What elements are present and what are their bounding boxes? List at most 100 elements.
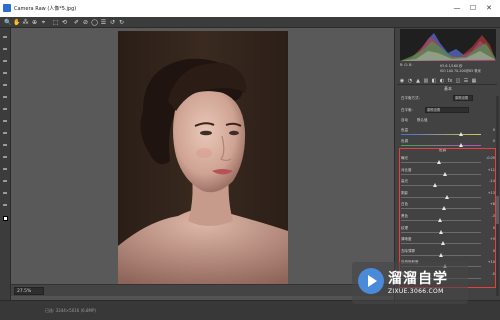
slider-label: 纹理 xyxy=(401,225,408,230)
tab-basic-icon[interactable]: ◉ xyxy=(399,78,405,84)
preferences-tool-icon[interactable]: ☰ xyxy=(100,19,107,26)
panel-scrollbar[interactable] xyxy=(496,96,499,296)
slider-thumb[interactable] xyxy=(439,252,443,257)
slider-track[interactable] xyxy=(401,196,481,198)
tab-lens-icon[interactable]: ◐ xyxy=(439,78,445,84)
slider-row[interactable]: 黑色 -3 xyxy=(401,214,495,223)
slider-row[interactable]: 清晰度 +5 xyxy=(401,237,495,246)
slider-value[interactable]: -3 xyxy=(481,214,496,218)
auto-link[interactable]: 自动 xyxy=(401,118,408,123)
window-title: Camera Raw (人像*5.jpg) xyxy=(14,6,77,12)
white-balance-tool-icon[interactable]: ⁂ xyxy=(22,19,29,26)
slider-label: 去除薄雾 xyxy=(401,248,415,253)
strip-tool-3[interactable] xyxy=(3,60,7,62)
strip-tool-8[interactable] xyxy=(3,120,7,122)
slider-value[interactable]: 0 xyxy=(481,249,495,253)
strip-tool-5[interactable] xyxy=(3,84,7,86)
slider-row[interactable]: 对比度 +11 xyxy=(401,168,495,177)
slider-value[interactable]: +13 xyxy=(481,191,495,195)
tab-snapshots-icon[interactable]: ▦ xyxy=(471,78,477,84)
slider-tint-thumb[interactable] xyxy=(459,143,463,147)
default-link[interactable]: 默认值 xyxy=(417,118,428,123)
slider-track[interactable] xyxy=(401,173,481,175)
slider-value[interactable]: 0 xyxy=(481,226,495,230)
slider-thumb[interactable] xyxy=(444,194,449,199)
status-strip: 27.5% xyxy=(11,284,394,296)
strip-tool-15[interactable] xyxy=(3,204,7,206)
slider-temperature[interactable]: 色温 0 xyxy=(401,128,495,137)
strip-tool-4[interactable] xyxy=(3,72,7,74)
spot-removal-tool-icon[interactable]: ✐ xyxy=(73,19,80,26)
slider-thumb[interactable] xyxy=(443,171,447,176)
camera-info-readout: R: G: B: f/5.6 1/160 秒 ISO 100 70-200@85… xyxy=(400,62,496,76)
strip-tool-9[interactable] xyxy=(3,132,7,134)
slider-thumb[interactable] xyxy=(442,206,447,211)
tab-calibration-icon[interactable]: ◫ xyxy=(455,78,461,84)
radial-filter-tool-icon[interactable]: ◯ xyxy=(91,19,98,26)
slider-tint[interactable]: 色调 0 xyxy=(401,139,495,148)
foreground-color-swatch[interactable] xyxy=(3,216,8,221)
strip-tool-11[interactable] xyxy=(3,156,7,158)
slider-row[interactable]: 曝光 -0.05 xyxy=(401,156,495,165)
histogram xyxy=(400,29,496,61)
crop-tool-icon[interactable]: ⬚ xyxy=(52,19,59,26)
slider-track[interactable] xyxy=(401,185,481,187)
slider-thumb[interactable] xyxy=(438,218,443,222)
slider-thumb[interactable] xyxy=(441,241,446,246)
slider-thumb[interactable] xyxy=(437,160,442,164)
slider-row[interactable]: 白色 +8 xyxy=(401,202,495,211)
slider-temperature-thumb[interactable] xyxy=(459,132,463,136)
white-balance-select[interactable]: 原照设置 xyxy=(425,107,469,113)
tab-split-toning-icon[interactable]: ◧ xyxy=(431,78,437,84)
lens-readout: ISO 100 70-200@85 毫米 xyxy=(440,69,481,73)
minimize-button[interactable]: — xyxy=(450,3,464,13)
slider-thumb[interactable] xyxy=(433,183,438,188)
slider-row[interactable]: 阴影 +13 xyxy=(401,191,495,200)
slider-value[interactable]: +10 xyxy=(481,260,495,264)
color-sampler-tool-icon[interactable]: ⊕ xyxy=(31,19,38,26)
panel-scrollbar-thumb[interactable] xyxy=(496,196,499,224)
strip-tool-13[interactable] xyxy=(3,180,7,182)
rotate-right-icon[interactable]: ↻ xyxy=(118,19,125,26)
wb-method-select[interactable]: 原照设置 xyxy=(453,95,473,101)
slider-temperature-track[interactable] xyxy=(401,134,481,135)
preview-canvas[interactable] xyxy=(11,28,394,284)
tab-effects-icon[interactable]: fx xyxy=(447,78,453,84)
zoom-tool-icon[interactable]: 🔍 xyxy=(4,19,11,26)
close-button[interactable]: ✕ xyxy=(482,3,496,13)
slider-value[interactable]: -14 xyxy=(481,179,495,183)
image-info-link[interactable]: 已选: 3344×5016 (6.8MP) xyxy=(45,308,96,314)
slider-value[interactable]: +11 xyxy=(481,168,495,172)
red-eye-tool-icon[interactable]: ⊘ xyxy=(82,19,89,26)
slider-thumb[interactable] xyxy=(439,229,443,234)
strip-tool-6[interactable] xyxy=(3,96,7,98)
slider-track[interactable] xyxy=(401,208,481,210)
slider-row[interactable]: 去除薄雾 0 xyxy=(401,249,495,258)
slider-temperature-value[interactable]: 0 xyxy=(481,128,495,132)
slider-value[interactable]: -5 xyxy=(481,272,496,276)
tab-hsl-icon[interactable]: ▥ xyxy=(423,78,429,84)
zoom-level-select[interactable]: 27.5% xyxy=(14,287,44,295)
slider-row[interactable]: 纹理 0 xyxy=(401,226,495,235)
strip-tool-10[interactable] xyxy=(3,144,7,146)
strip-tool-7[interactable] xyxy=(3,108,7,110)
tab-presets-icon[interactable]: ☰ xyxy=(463,78,469,84)
rotate-left-icon[interactable]: ↺ xyxy=(109,19,116,26)
slider-tint-track[interactable] xyxy=(401,145,481,146)
slider-value[interactable]: +5 xyxy=(481,237,495,241)
strip-tool-1[interactable] xyxy=(3,36,7,38)
slider-value[interactable]: -0.05 xyxy=(481,156,495,160)
strip-tool-14[interactable] xyxy=(3,192,7,194)
slider-label: 黑色 xyxy=(401,214,408,218)
targeted-adjustment-tool-icon[interactable]: ⌖ xyxy=(40,19,47,26)
slider-tint-value[interactable]: 0 xyxy=(481,139,495,143)
maximize-button[interactable]: ☐ xyxy=(466,3,480,13)
slider-value[interactable]: +8 xyxy=(481,202,495,206)
straighten-tool-icon[interactable]: ⟲ xyxy=(61,19,68,26)
strip-tool-12[interactable] xyxy=(3,168,7,170)
tab-detail-icon[interactable]: ▲ xyxy=(415,78,421,84)
hand-tool-icon[interactable]: ✋ xyxy=(13,19,20,26)
strip-tool-2[interactable] xyxy=(3,48,7,50)
slider-row[interactable]: 高光 -14 xyxy=(401,179,495,188)
tab-curve-icon[interactable]: ◔ xyxy=(407,78,413,84)
